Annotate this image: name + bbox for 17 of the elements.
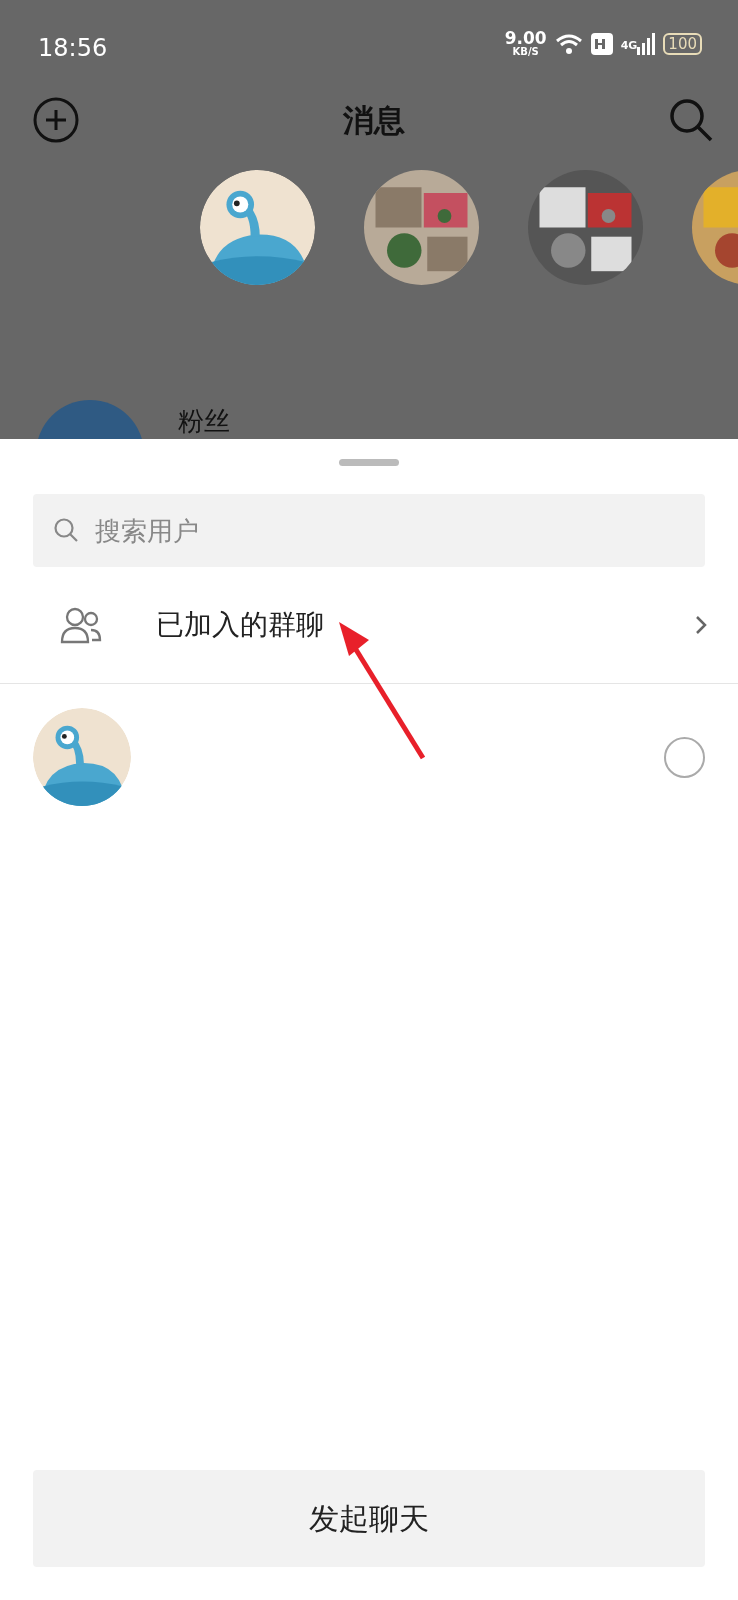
network-speed: 9.00 KB/S [504, 30, 547, 57]
radio-button[interactable] [664, 736, 705, 778]
search-field[interactable]: 搜索用户 [33, 494, 705, 567]
page-title: 消息 [343, 100, 405, 140]
add-icon[interactable] [32, 96, 80, 144]
wifi-icon [554, 32, 583, 55]
list-title: 粉丝 [178, 405, 230, 438]
start-chat-button[interactable]: 发起聊天 [33, 1470, 705, 1567]
status-time: 18:56 [38, 33, 108, 64]
people-icon [60, 606, 102, 644]
search-icon [53, 517, 79, 543]
search-icon[interactable] [668, 97, 714, 143]
battery-indicator: 100 [663, 32, 702, 55]
avatar[interactable] [200, 170, 315, 285]
drag-handle[interactable] [339, 459, 399, 466]
signal-indicator: 4G [620, 32, 656, 55]
chevron-right-icon [694, 614, 708, 636]
